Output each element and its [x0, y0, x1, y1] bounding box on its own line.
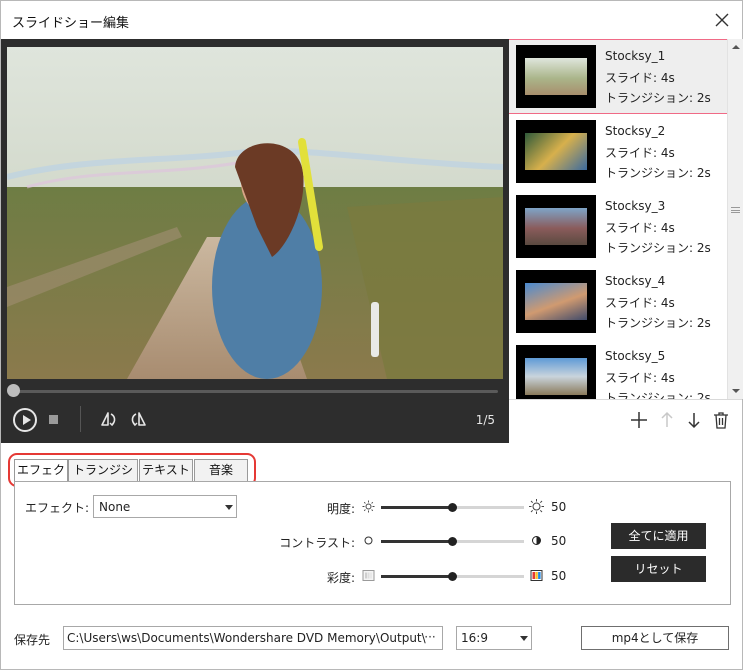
- slide-transition: トランジション: 2s: [605, 91, 711, 105]
- rotate-right-icon[interactable]: [129, 410, 147, 428]
- slideshow-edit-window: スライドショー編集 1/5 Stocksy_1 スライド: 4s トランジション…: [0, 0, 743, 670]
- move-down-icon[interactable]: [684, 410, 704, 430]
- chevron-down-icon: [225, 505, 233, 510]
- brightness-fill: [381, 506, 453, 509]
- control-divider: [80, 406, 81, 432]
- effect-dropdown[interactable]: None: [93, 495, 237, 518]
- scroll-thumb[interactable]: [731, 207, 740, 213]
- add-icon[interactable]: [629, 410, 649, 430]
- effect-value: None: [99, 500, 131, 514]
- slide-duration: スライド: 4s: [605, 71, 675, 85]
- contrast-value: 50: [551, 534, 567, 548]
- scroll-down-icon[interactable]: [731, 386, 741, 396]
- slide-name: Stocksy_2: [605, 124, 666, 138]
- slide-item-1[interactable]: Stocksy_1 スライド: 4s トランジション: 2s: [509, 39, 727, 114]
- close-icon[interactable]: [712, 10, 732, 30]
- effect-label: エフェクト:: [25, 501, 90, 515]
- tab-text[interactable]: テキスト: [139, 459, 193, 482]
- saturation-label: 彩度:: [326, 571, 355, 585]
- brightness-high-icon: [529, 499, 544, 514]
- play-button[interactable]: [13, 408, 37, 432]
- slide-transition: トランジション: 2s: [605, 241, 711, 255]
- contrast-label: コントラスト:: [279, 536, 355, 550]
- brightness-slider[interactable]: [381, 503, 524, 512]
- save-mp4-button[interactable]: mp4として保存: [581, 626, 729, 650]
- aspect-ratio-dropdown[interactable]: 16:9: [456, 626, 532, 650]
- window-title: スライドショー編集: [12, 16, 130, 31]
- slide-name: Stocksy_5: [605, 349, 666, 363]
- rotate-left-icon[interactable]: [100, 410, 118, 428]
- slide-thumbnail: [516, 120, 596, 183]
- saturation-value: 50: [551, 569, 567, 583]
- preview-image: [7, 47, 503, 379]
- slide-thumbnail: [516, 45, 596, 108]
- scroll-up-icon[interactable]: [731, 42, 741, 52]
- reset-button[interactable]: リセット: [611, 556, 706, 582]
- play-icon: [23, 415, 31, 425]
- slide-list: Stocksy_1 スライド: 4s トランジション: 2s Stocksy_2…: [509, 39, 742, 399]
- saturation-fill: [381, 575, 453, 578]
- slide-list-scrollbar[interactable]: [727, 39, 743, 399]
- slide-duration: スライド: 4s: [605, 371, 675, 385]
- slide-list-toolbar: [509, 399, 742, 443]
- chevron-down-icon: [520, 636, 528, 641]
- slide-duration: スライド: 4s: [605, 296, 675, 310]
- saturation-handle[interactable]: [448, 572, 457, 581]
- contrast-slider[interactable]: [381, 537, 524, 546]
- output-path-field[interactable]: C:\Users\ws\Documents\Wondershare DVD Me…: [63, 626, 443, 650]
- saturation-low-icon: [362, 570, 375, 581]
- brightness-value: 50: [551, 500, 567, 514]
- title-bar: スライドショー編集: [1, 1, 742, 39]
- slide-thumbnail: [516, 270, 596, 333]
- contrast-high-icon: [532, 536, 541, 545]
- slide-transition: トランジション: 2s: [605, 316, 711, 330]
- saturation-high-icon: [530, 570, 543, 581]
- slide-name: Stocksy_1: [605, 49, 666, 63]
- apply-all-button[interactable]: 全てに適用: [611, 523, 706, 549]
- timeline-handle[interactable]: [7, 384, 20, 397]
- stop-button[interactable]: [49, 415, 58, 424]
- slide-transition: トランジション: 2s: [605, 391, 711, 399]
- browse-button[interactable]: ···: [421, 628, 439, 648]
- slide-item-5[interactable]: Stocksy_5 スライド: 4s トランジション: 2s: [509, 340, 727, 399]
- slide-duration: スライド: 4s: [605, 221, 675, 235]
- save-location-label: 保存先: [14, 633, 51, 647]
- slide-item-3[interactable]: Stocksy_3 スライド: 4s トランジション: 2s: [509, 190, 727, 265]
- slide-item-4[interactable]: Stocksy_4 スライド: 4s トランジション: 2s: [509, 265, 727, 340]
- tab-music[interactable]: 音楽: [194, 459, 248, 482]
- slide-name: Stocksy_3: [605, 199, 666, 213]
- slide-counter: 1/5: [475, 413, 495, 427]
- move-up-icon[interactable]: [657, 410, 677, 430]
- output-path-text: C:\Users\ws\Documents\Wondershare DVD Me…: [67, 631, 426, 645]
- saturation-slider[interactable]: [381, 572, 524, 581]
- slide-thumbnail: [516, 195, 596, 258]
- preview-player: 1/5: [1, 39, 509, 443]
- delete-icon[interactable]: [711, 410, 731, 430]
- timeline-track[interactable]: [13, 390, 498, 393]
- tab-transition[interactable]: トランジション: [68, 459, 138, 498]
- tab-effect[interactable]: エフェクト: [14, 459, 68, 498]
- aspect-ratio-value: 16:9: [461, 631, 488, 645]
- brightness-handle[interactable]: [448, 503, 457, 512]
- contrast-handle[interactable]: [448, 537, 457, 546]
- brightness-label: 明度:: [326, 502, 355, 516]
- slide-transition: トランジション: 2s: [605, 166, 711, 180]
- slide-item-2[interactable]: Stocksy_2 スライド: 4s トランジション: 2s: [509, 115, 727, 190]
- contrast-fill: [381, 540, 453, 543]
- slide-thumbnail: [516, 345, 596, 399]
- contrast-low-icon: [364, 536, 373, 545]
- slide-name: Stocksy_4: [605, 274, 666, 288]
- slide-duration: スライド: 4s: [605, 146, 675, 160]
- brightness-low-icon: [362, 500, 375, 513]
